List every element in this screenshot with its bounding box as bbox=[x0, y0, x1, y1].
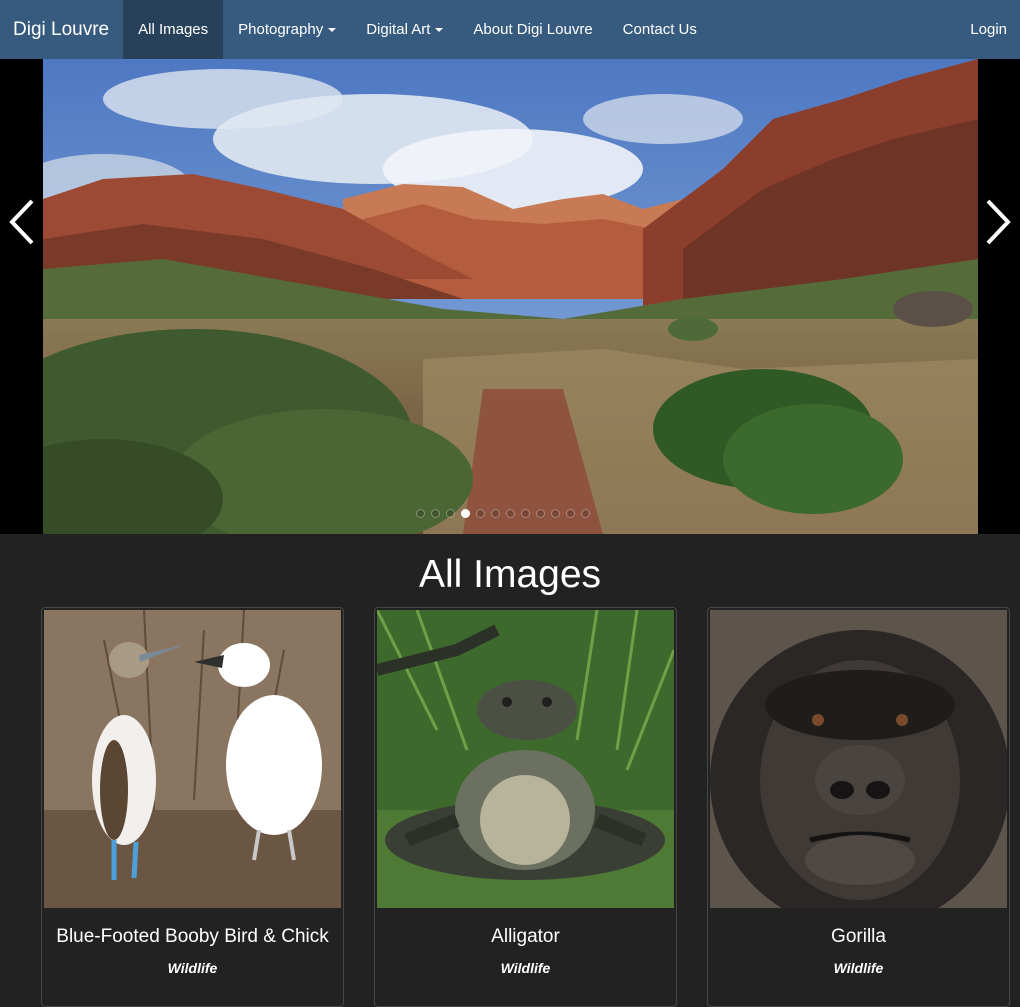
nav-all-images-label: All Images bbox=[138, 21, 209, 38]
top-navbar: Digi Louvre All Images Photography Digit… bbox=[0, 0, 1020, 59]
nav-about-label: About Digi Louvre bbox=[473, 21, 593, 38]
carousel-indicator-dot[interactable] bbox=[581, 509, 590, 518]
hero-carousel bbox=[0, 59, 1020, 534]
caret-down-icon bbox=[328, 27, 337, 32]
gorilla-image bbox=[710, 610, 1007, 908]
card-title: Alligator bbox=[491, 926, 560, 947]
nav-all-images[interactable]: All Images bbox=[123, 0, 224, 59]
carousel-indicator-dot[interactable] bbox=[506, 509, 515, 518]
page-title: All Images bbox=[418, 553, 602, 596]
caret-down-icon bbox=[435, 27, 444, 32]
carousel-indicator-dot[interactable] bbox=[461, 509, 470, 518]
image-card-gorilla[interactable]: Gorilla Wildlife bbox=[707, 607, 1010, 1007]
card-category: Wildlife bbox=[167, 960, 218, 976]
nav-digital-art-dropdown[interactable]: Digital Art bbox=[351, 0, 458, 59]
image-gallery: Blue-Footed Booby Bird & Chick Wildlife … bbox=[0, 607, 1020, 1007]
card-category: Wildlife bbox=[500, 960, 551, 976]
chevron-right-icon bbox=[986, 199, 1011, 245]
carousel-indicator-dot[interactable] bbox=[536, 509, 545, 518]
canyon-landscape-image bbox=[43, 59, 978, 534]
nav-photography-dropdown[interactable]: Photography bbox=[223, 0, 351, 59]
alligator-image bbox=[377, 610, 674, 908]
image-card-booby[interactable]: Blue-Footed Booby Bird & Chick Wildlife bbox=[41, 607, 344, 1007]
carousel-indicator-dot[interactable] bbox=[491, 509, 500, 518]
carousel-indicator-dot[interactable] bbox=[521, 509, 530, 518]
card-title: Blue-Footed Booby Bird & Chick bbox=[56, 926, 329, 947]
card-category: Wildlife bbox=[833, 960, 884, 976]
nav-contact[interactable]: Contact Us bbox=[608, 0, 712, 59]
card-title: Gorilla bbox=[831, 926, 886, 947]
carousel-indicators bbox=[416, 509, 590, 518]
carousel-indicator-dot[interactable] bbox=[476, 509, 485, 518]
carousel-indicator-dot[interactable] bbox=[431, 509, 440, 518]
nav-contact-label: Contact Us bbox=[622, 21, 697, 38]
image-card-alligator[interactable]: Alligator Wildlife bbox=[374, 607, 677, 1007]
carousel-slide-image bbox=[43, 59, 978, 534]
login-label: Login bbox=[970, 21, 1007, 38]
carousel-next-button[interactable] bbox=[978, 197, 1018, 247]
card-thumbnail bbox=[44, 610, 341, 908]
carousel-indicator-dot[interactable] bbox=[416, 509, 425, 518]
login-link[interactable]: Login bbox=[955, 0, 1020, 59]
carousel-prev-button[interactable] bbox=[2, 197, 42, 247]
nav-digital-art-label: Digital Art bbox=[366, 21, 431, 38]
booby-birds-image bbox=[44, 610, 341, 908]
nav-photography-label: Photography bbox=[238, 21, 324, 38]
carousel-indicator-dot[interactable] bbox=[551, 509, 560, 518]
nav-about[interactable]: About Digi Louvre bbox=[458, 0, 607, 59]
chevron-left-icon bbox=[9, 199, 34, 245]
brand-logo-link[interactable]: Digi Louvre bbox=[0, 0, 123, 59]
carousel-indicator-dot[interactable] bbox=[566, 509, 575, 518]
card-thumbnail bbox=[710, 610, 1007, 908]
card-thumbnail bbox=[377, 610, 674, 908]
carousel-indicator-dot[interactable] bbox=[446, 509, 455, 518]
